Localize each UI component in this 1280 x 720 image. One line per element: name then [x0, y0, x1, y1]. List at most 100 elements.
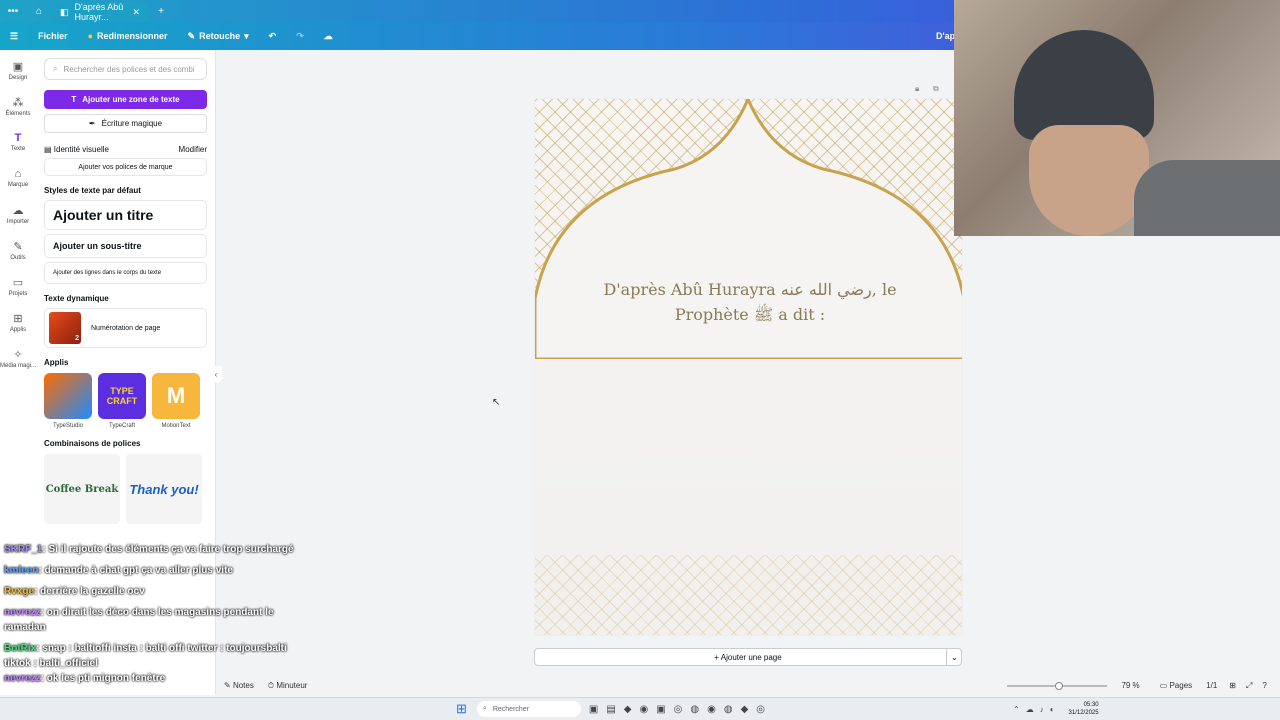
- browser-tab[interactable]: ◧ D'après Abû Hurayr... ✕: [52, 2, 148, 22]
- add-subtitle-button[interactable]: Ajouter un sous-titre: [44, 234, 207, 258]
- taskbar-apps[interactable]: ▣▤◆◉▣◎◍◉◍◆◎: [589, 704, 773, 715]
- font-combos-grid: Coffee Break Thank you!: [44, 454, 207, 524]
- file-menu[interactable]: Fichier: [28, 31, 78, 41]
- rail-label: Texte: [10, 146, 26, 152]
- rail-upload[interactable]: ☁ Importer: [7, 204, 29, 240]
- canvas-duplicate-icon[interactable]: ⧉: [933, 84, 939, 94]
- resize-label: Redimensionner: [97, 31, 168, 41]
- zoom-handle[interactable]: [1055, 681, 1064, 690]
- chat-message: nevrezz: ok les pti mignon fenêtre: [4, 673, 166, 684]
- chat-user: nevrezz: [4, 607, 41, 618]
- chat-message: kmleen: demande à chat gpt ça va aller p…: [4, 565, 233, 576]
- chat-text: derrière la gazelle ocv: [40, 586, 145, 597]
- fullscreen-icon[interactable]: ⤢: [1246, 681, 1252, 691]
- brand-identity-title: ▤ Identité visuelle: [44, 145, 109, 154]
- zoom-slider[interactable]: [1007, 681, 1108, 690]
- text-icon: T: [71, 95, 77, 104]
- page-numbering-button[interactable]: 2 Numérotation de page: [44, 308, 207, 348]
- rail-elements[interactable]: ⁂ Éléments: [5, 96, 30, 132]
- add-title-button[interactable]: Ajouter un titre: [44, 200, 207, 230]
- browser-menu-icon[interactable]: •••: [0, 6, 26, 17]
- help-icon[interactable]: ?: [1262, 681, 1266, 690]
- pages-button[interactable]: ▭ Pages: [1160, 681, 1192, 690]
- rail-label: Média magi...: [0, 363, 37, 369]
- tray-icons[interactable]: ⌃☁♪◐: [1013, 705, 1061, 714]
- font-combos-heading: Combinaisons de polices: [44, 439, 141, 448]
- brand-kit-icon: ▤: [44, 145, 52, 154]
- chat-user: Rvxge: [4, 586, 35, 597]
- add-body-button[interactable]: Ajouter des lignes dans le corps du text…: [44, 262, 207, 284]
- cloud-save-icon[interactable]: ☁: [314, 31, 343, 42]
- brand-identity-row: ▤ Identité visuelle Modifier: [44, 145, 207, 154]
- taskbar-search[interactable]: ⌕ Rechercher: [476, 701, 581, 717]
- chat-user: SKRF_1: [4, 544, 43, 555]
- typecraft-tile: TYPE CRAFT: [98, 373, 146, 419]
- app-typecraft[interactable]: TYPE CRAFT TypeCraft: [98, 373, 146, 429]
- windows-taskbar: ⊞ ⌕ Rechercher ▣▤◆◉▣◎◍◉◍◆◎ ⌃☁♪◐ 05:30 31/1…: [0, 697, 1280, 720]
- close-tab-icon[interactable]: ✕: [132, 7, 140, 18]
- rail-label: Applis: [9, 327, 27, 333]
- canvas-lock-icon[interactable]: 🔒︎: [915, 84, 919, 94]
- chat-text: ok les pti mignon fenêtre: [46, 673, 166, 684]
- combo-thank-you[interactable]: Thank you!: [126, 454, 202, 524]
- hadith-text[interactable]: D'après Abû Hurayra رضي الله عنه, le Pro…: [585, 277, 915, 327]
- add-textbox-label: Ajouter une zone de texte: [82, 95, 180, 104]
- magic-pen-icon: ✒: [88, 119, 96, 128]
- rail-magic-media[interactable]: ✧ Média magi...: [0, 348, 36, 384]
- collapse-panel-button[interactable]: ‹: [210, 366, 222, 382]
- tab-title: D'après Abû Hurayr...: [74, 2, 124, 22]
- default-styles-heading: Styles de texte par défaut: [44, 186, 141, 195]
- modify-link[interactable]: Modifier: [179, 145, 207, 154]
- add-page-button[interactable]: + Ajouter une page: [534, 648, 962, 666]
- streamer-shoulder: [1134, 160, 1280, 236]
- page-count: 1/1: [1206, 681, 1218, 690]
- font-search-input[interactable]: ⌕ Rechercher des polices et des combi: [44, 58, 207, 80]
- taskbar-search-label: Rechercher: [492, 705, 530, 713]
- combo-coffee-break[interactable]: Coffee Break: [44, 454, 120, 524]
- rail-design[interactable]: ▣ Design: [9, 60, 28, 96]
- mouse-cursor-icon: ↖: [492, 397, 501, 408]
- rail-tools[interactable]: ✎ Outils: [10, 240, 25, 276]
- rail-label: Éléments: [5, 111, 31, 117]
- home-icon[interactable]: ⌂: [26, 6, 52, 17]
- apps-icon: ⊞: [13, 313, 23, 325]
- search-icon: ⌕: [53, 64, 58, 73]
- add-brand-fonts-button[interactable]: Ajouter vos polices de marque: [44, 158, 207, 176]
- rail-brand[interactable]: ⌂ Marque: [8, 168, 28, 204]
- grid-view-icon[interactable]: ⊞: [1229, 681, 1236, 690]
- retouch-label: Retouche: [199, 31, 241, 41]
- streamer-beanie: [1014, 30, 1154, 140]
- folder-icon: ▭: [12, 277, 24, 289]
- magic-writing-label: Écriture magique: [101, 119, 163, 128]
- retouch-button[interactable]: ✎ Retouche ▾: [178, 31, 259, 42]
- stream-chat-overlay: SKRF_1: Si il rajoute des éléments ça va…: [4, 542, 304, 686]
- resize-button[interactable]: ● Redimensionner: [78, 31, 178, 41]
- add-page-chevron-icon[interactable]: ⌄: [946, 648, 962, 666]
- redo-icon[interactable]: ↷: [286, 31, 314, 42]
- zoom-value[interactable]: 79 %: [1121, 681, 1139, 690]
- canva-icon: ◧: [60, 6, 69, 17]
- webcam-overlay: [954, 0, 1280, 236]
- hamburger-icon[interactable]: ☰: [0, 31, 28, 42]
- rail-apps[interactable]: ⊞ Applis: [10, 312, 26, 348]
- search-icon: ⌕: [482, 705, 487, 712]
- chat-user: nevrezz: [4, 673, 41, 684]
- app-motiontext[interactable]: M MotionText: [152, 373, 200, 429]
- add-textbox-button[interactable]: T Ajouter une zone de texte: [44, 90, 207, 109]
- design-canvas[interactable]: D'après Abû Hurayra رضي الله عنه, le Pro…: [534, 98, 963, 636]
- rail-projects[interactable]: ▭ Projets: [9, 276, 28, 312]
- rail-text[interactable]: T Texte: [11, 132, 25, 168]
- streamer-face: [1029, 125, 1149, 236]
- clock: 05:30 31/12/2025: [1069, 701, 1099, 717]
- quote-line-1: D'après Abû Hurayra رضي الله عنه, le: [603, 280, 897, 299]
- undo-icon[interactable]: ↶: [259, 31, 287, 42]
- motiontext-tile: M: [152, 373, 200, 419]
- new-tab-button[interactable]: +: [148, 6, 174, 17]
- search-placeholder: Rechercher des polices et des combi: [63, 64, 195, 74]
- chat-message: SKRF_1: Si il rajoute des éléments ça va…: [4, 544, 294, 555]
- chat-user: kmleen: [4, 565, 39, 576]
- app-typestudio[interactable]: TypeStudio: [44, 373, 92, 429]
- start-icon[interactable]: ⊞: [456, 701, 467, 717]
- page-number-thumbnail: 2: [49, 312, 81, 344]
- magic-writing-button[interactable]: ✒ Écriture magique: [44, 114, 207, 133]
